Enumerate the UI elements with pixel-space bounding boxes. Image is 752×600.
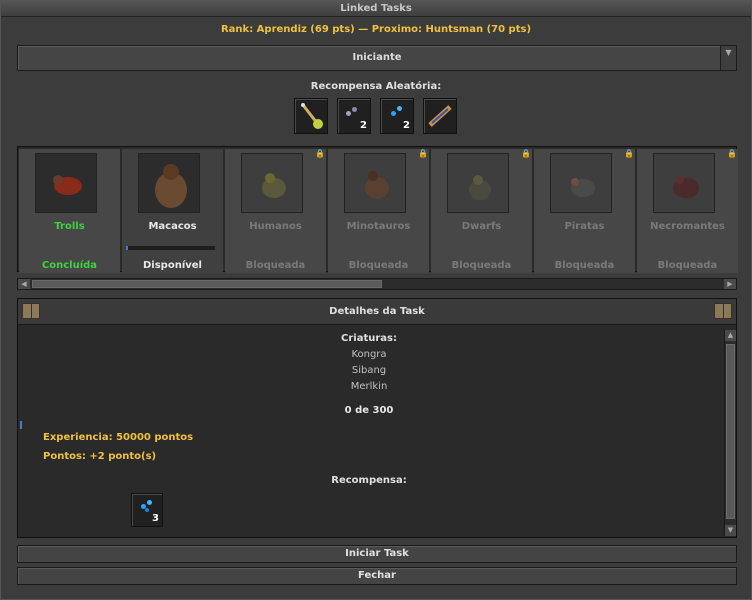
lock-icon: 🔒 <box>315 149 325 158</box>
creature-list-item: Sibang <box>351 365 387 376</box>
book-icon <box>22 303 40 319</box>
lock-icon: 🔒 <box>727 149 737 158</box>
creature-name: Trolls <box>54 221 85 232</box>
reward-slot[interactable] <box>294 98 328 134</box>
creature-card-humanos[interactable]: 🔒 Humanos Bloqueada <box>225 149 326 273</box>
creature-name: Macacos <box>148 221 197 232</box>
details-scrollbar[interactable]: ▲ ▼ <box>724 330 736 536</box>
creature-card-necromantes[interactable]: 🔒 Necromantes Bloqueada <box>637 149 738 273</box>
experience-text: Experiencia: 50000 pontos <box>43 432 194 443</box>
task-progress-bar <box>20 421 22 429</box>
scrollbar-thumb[interactable] <box>726 344 735 519</box>
creature-list-item: Kongra <box>351 349 387 360</box>
scroll-left-icon[interactable]: ◀ <box>18 279 30 289</box>
minotaur-portrait <box>344 153 406 213</box>
difficulty-dropdown[interactable]: Iniciante ▼ <box>17 45 737 71</box>
creature-name: Necromantes <box>650 221 725 232</box>
reward-count: 2 <box>360 120 367 131</box>
creature-card-minotauros[interactable]: 🔒 Minotauros Bloqueada <box>328 149 429 273</box>
creature-card-dwarfs[interactable]: 🔒 Dwarfs Bloqueada <box>431 149 532 273</box>
task-details-panel: Detalhes da Task Criaturas: Kongra Siban… <box>17 298 737 538</box>
window-title[interactable]: Linked Tasks <box>1 1 751 17</box>
creature-status: Bloqueada <box>554 260 615 271</box>
creature-status: Bloqueada <box>657 260 718 271</box>
ape-portrait <box>138 153 200 213</box>
difficulty-selected: Iniciante <box>352 52 402 63</box>
creature-status: Bloqueada <box>451 260 512 271</box>
chevron-down-icon[interactable]: ▼ <box>720 46 736 70</box>
reward-slot[interactable] <box>423 98 457 134</box>
scepter-icon <box>301 103 323 129</box>
creature-list: Trolls Concluída Macacos Disponível 🔒 Hu… <box>17 146 738 273</box>
reward-count: 2 <box>403 120 410 131</box>
lock-icon: 🔒 <box>418 149 428 158</box>
points-text: Pontos: +2 ponto(s) <box>43 451 157 462</box>
rank-text: Rank: Aprendiz (69 pts) — Proximo: Hunts… <box>220 24 532 35</box>
creature-name: Dwarfs <box>461 221 502 232</box>
creature-name: Piratas <box>564 221 605 232</box>
reward-slot[interactable]: 2 <box>337 98 371 134</box>
creature-list-item: Merlkin <box>350 381 388 392</box>
necromancer-portrait <box>653 153 715 213</box>
creature-card-trolls[interactable]: Trolls Concluída <box>19 149 120 273</box>
reward-slot[interactable]: 2 <box>380 98 414 134</box>
creature-status: Concluída <box>41 260 98 271</box>
creature-progress-bar <box>126 246 215 250</box>
lock-icon: 🔒 <box>624 149 634 158</box>
task-details-header: Detalhes da Task <box>18 299 736 325</box>
pirate-portrait <box>550 153 612 213</box>
close-button[interactable]: Fechar <box>17 567 737 585</box>
troll-portrait <box>35 153 97 213</box>
task-reward-slot[interactable]: 3 <box>131 493 163 527</box>
dwarf-portrait <box>447 153 509 213</box>
scroll-right-icon[interactable]: ▶ <box>724 279 736 289</box>
reward-count: 3 <box>152 513 159 524</box>
reward-label: Recompensa: <box>331 475 407 486</box>
random-reward-label: Recompensa Aleatória: <box>310 81 442 92</box>
creature-scrollbar[interactable]: ◀ ▶ <box>17 278 737 290</box>
scroll-icon <box>428 105 452 127</box>
scrollbar-thumb[interactable] <box>32 280 382 288</box>
creature-name: Humanos <box>249 221 302 232</box>
creature-status: Bloqueada <box>348 260 409 271</box>
linked-tasks-window: Linked Tasks Rank: Aprendiz (69 pts) — P… <box>0 0 752 600</box>
book-icon <box>714 303 732 319</box>
scroll-down-icon[interactable]: ▼ <box>725 525 736 536</box>
creature-name: Minotauros <box>346 221 411 232</box>
creature-card-macacos[interactable]: Macacos Disponível <box>122 149 223 273</box>
scroll-up-icon[interactable]: ▲ <box>725 330 736 341</box>
human-portrait <box>241 153 303 213</box>
creature-status: Disponível <box>143 260 202 271</box>
creature-status: Bloqueada <box>245 260 306 271</box>
creatures-label: Criaturas: <box>341 333 397 344</box>
task-progress-text: 0 de 300 <box>344 405 394 416</box>
creature-card-piratas[interactable]: 🔒 Piratas Bloqueada <box>534 149 635 273</box>
start-task-button[interactable]: Iniciar Task <box>17 545 737 563</box>
task-details-title: Detalhes da Task <box>329 306 425 317</box>
lock-icon: 🔒 <box>521 149 531 158</box>
